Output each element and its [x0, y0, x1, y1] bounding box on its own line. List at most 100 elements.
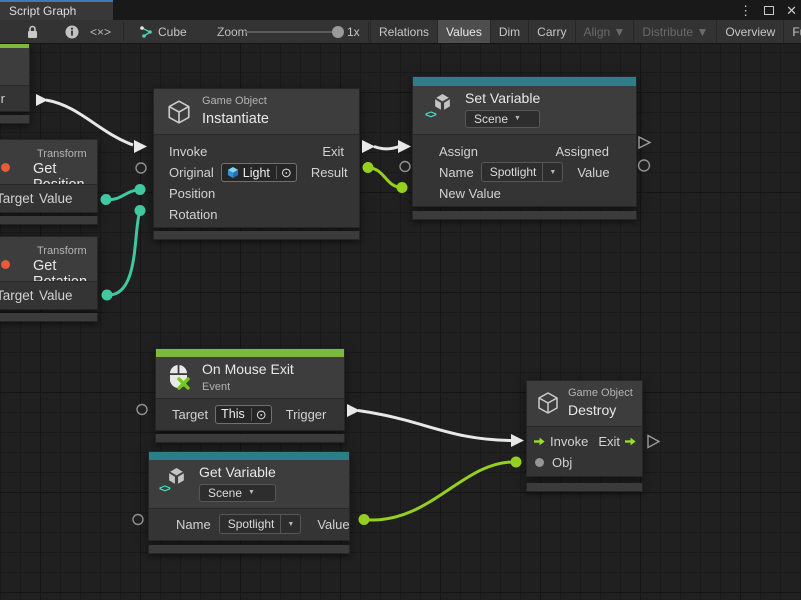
node-row: Invoke Exit	[154, 141, 359, 162]
obj-input-label: Obj	[552, 455, 572, 470]
name-input-port[interactable]	[400, 162, 410, 172]
target-input-port[interactable]	[137, 405, 147, 415]
flow-arrow-icon	[534, 436, 545, 447]
node-category: Game Object	[202, 95, 269, 108]
original-input-label: Original	[169, 165, 214, 180]
rotation-input-port[interactable]	[135, 205, 146, 216]
position-input-port[interactable]	[135, 184, 146, 195]
node-header: Game Object Instantiate	[154, 89, 359, 134]
name-input-port[interactable]	[133, 515, 143, 525]
toolbar-button-distribute[interactable]: Distribute ▼	[633, 20, 716, 43]
node-row: Target Value	[0, 281, 97, 309]
assigned-output-port[interactable]	[639, 137, 650, 148]
variable-name-dropdown[interactable]: Spotlight ▼	[481, 162, 564, 182]
node-event-fragment[interactable]: Trigger	[0, 44, 30, 124]
new-value-input-port[interactable]	[397, 182, 408, 193]
lock-icon[interactable]	[26, 20, 39, 43]
game-object-cube-icon	[536, 391, 560, 415]
variable-scope-dropdown[interactable]: Scene ▼	[199, 484, 276, 502]
zoom-label: Zoom	[217, 20, 248, 43]
node-get-variable[interactable]: <> Get Variable Scene ▼ Name Spotlight ▼	[148, 451, 350, 554]
node-row: Original Light ⊙ Result	[154, 162, 359, 183]
node-footer	[0, 216, 98, 225]
wire-exit-to-assign[interactable]	[362, 140, 411, 153]
toolbar-button-values[interactable]: Values	[437, 20, 490, 43]
obj-input-port[interactable]	[511, 457, 522, 468]
target-input-label: Target	[0, 288, 34, 303]
variable-name-dropdown[interactable]: Spotlight ▼	[219, 514, 302, 534]
invoke-input-port[interactable]	[134, 140, 147, 153]
value-output-port[interactable]	[359, 514, 370, 525]
toolbar-button-overview[interactable]: Overview	[716, 20, 783, 43]
position-input-label: Position	[169, 186, 215, 201]
node-category: Transform	[37, 245, 87, 257]
new-value-input-label: New Value	[439, 186, 501, 201]
maximize-icon[interactable]	[764, 6, 774, 15]
code-view-icon[interactable]: <×>	[90, 20, 111, 43]
assign-input-port[interactable]	[398, 140, 411, 153]
zoom-slider-track[interactable]	[245, 31, 335, 33]
trigger-output-port[interactable]	[36, 94, 48, 106]
variable-kind-icon: <>	[159, 483, 170, 495]
node-footer	[153, 231, 360, 240]
toolbar-separator	[123, 22, 124, 41]
kebab-menu-icon[interactable]: ⋮	[739, 4, 752, 17]
exit-output-port[interactable]	[648, 436, 659, 448]
close-icon[interactable]: ✕	[786, 4, 797, 17]
value-output-port[interactable]	[639, 160, 650, 171]
wire-value-to-obj[interactable]	[359, 457, 522, 526]
tab-title: Script Graph	[9, 4, 76, 18]
invoke-input-port[interactable]	[511, 434, 524, 447]
name-input-label: Name	[176, 517, 211, 532]
node-footer	[155, 434, 345, 443]
rotation-input-label: Rotation	[169, 207, 217, 222]
trigger-output-label: Trigger	[286, 407, 327, 422]
target-input-label: Target	[172, 407, 208, 422]
object-picker-icon[interactable]: ⊙	[251, 408, 271, 421]
wire-position-value[interactable]	[101, 184, 146, 205]
transform-type-icon	[1, 260, 10, 269]
variable-kind-icon: <>	[425, 109, 436, 121]
trigger-output-port[interactable]	[347, 404, 360, 417]
node-on-mouse-exit[interactable]: On Mouse Exit Event Target This ⊙ Trigge…	[155, 348, 345, 443]
game-object-icon	[227, 166, 239, 179]
trigger-output-label: Trigger	[0, 91, 5, 106]
toolbar-button-carry[interactable]: Carry	[528, 20, 574, 43]
value-output-port[interactable]	[101, 194, 112, 205]
toolbar-button-fullscreen[interactable]: Full Screen	[783, 20, 801, 43]
wire-result-to-new-value[interactable]	[363, 162, 408, 193]
exit-output-port[interactable]	[362, 140, 375, 153]
wire-trigger-to-destroy-invoke[interactable]	[347, 404, 524, 447]
wire-rotation-value[interactable]	[102, 205, 146, 301]
node-row: Position	[154, 183, 359, 204]
node-get-rotation[interactable]: Transform Get Rotation Target Value	[0, 236, 98, 322]
wire-layer	[0, 44, 801, 600]
variable-scope-dropdown[interactable]: Scene ▼	[465, 110, 540, 128]
node-get-position[interactable]: Transform Get Position Target Value	[0, 139, 98, 225]
original-input-port[interactable]	[136, 163, 146, 173]
node-category: Game Object	[568, 387, 633, 400]
node-instantiate[interactable]: Game Object Instantiate Invoke Exit Orig…	[153, 88, 360, 240]
graph-canvas[interactable]: Trigger Transform Get Position Target Va…	[0, 44, 801, 600]
node-destroy[interactable]: Game Object Destroy Invoke Exit	[526, 380, 643, 492]
object-field-light[interactable]: Light ⊙	[221, 163, 297, 182]
object-field-this[interactable]: This ⊙	[215, 405, 272, 424]
value-output-port[interactable]	[102, 290, 113, 301]
object-picker-icon[interactable]: ⊙	[276, 166, 296, 179]
assign-input-label: Assign	[439, 144, 478, 159]
result-output-port[interactable]	[363, 162, 374, 173]
toolbar-button-align[interactable]: Align ▼	[575, 20, 634, 43]
node-footer	[0, 313, 98, 322]
node-set-variable[interactable]: <> Set Variable Scene ▼ Assign Assigned	[412, 76, 637, 220]
name-input-label: Name	[439, 165, 474, 180]
chevron-down-icon: ▼	[514, 115, 527, 122]
graph-name[interactable]: Cube	[158, 20, 187, 43]
node-row: Name Spotlight ▼ Value	[413, 162, 636, 183]
toolbar-button-relations[interactable]: Relations	[370, 20, 437, 43]
info-icon[interactable]	[65, 20, 79, 43]
toolbar-button-dim[interactable]: Dim	[490, 20, 528, 43]
zoom-slider-handle[interactable]	[332, 26, 344, 38]
object-field-value: This	[221, 407, 245, 421]
tab-script-graph[interactable]: Script Graph	[0, 0, 113, 20]
graph-toolbar: <×> Cube Zoom 1x Relations Values Dim Ca…	[0, 20, 801, 44]
